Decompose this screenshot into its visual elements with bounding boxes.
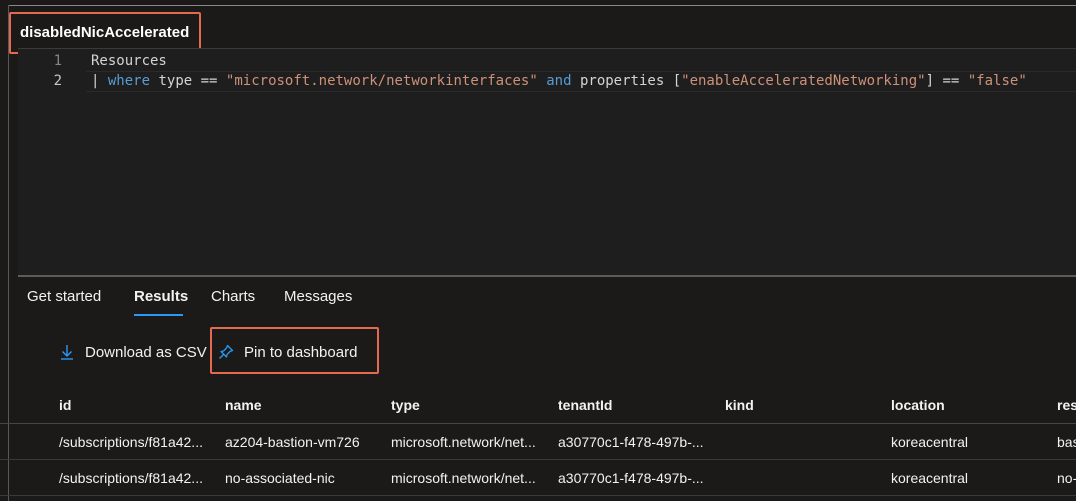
code-token: [ [672, 73, 682, 89]
code-token: == [942, 73, 960, 89]
code-token: properties [579, 73, 665, 89]
pin-to-dashboard-label: Pin to dashboard [244, 343, 358, 361]
column-header-id[interactable]: id [59, 387, 71, 423]
pin-to-dashboard-button[interactable]: Pin to dashboard [217, 339, 357, 365]
code-token: "microsoft.network/networkinterfaces" [225, 73, 538, 89]
cell-resourcegroup: bas [1057, 433, 1076, 450]
tab-results[interactable]: Results [134, 288, 188, 305]
column-header-name[interactable]: name [225, 387, 262, 423]
cell-name: az204-bastion-vm726 [225, 433, 360, 450]
cell-id: /subscriptions/f81a42... [59, 433, 203, 450]
code-token: "enableAcceleratedNetworking" [681, 73, 926, 89]
tab-get-started[interactable]: Get started [27, 288, 101, 305]
download-csv-label: Download as CSV [85, 343, 207, 361]
code-token: ] [925, 73, 935, 89]
active-tab-indicator [134, 314, 183, 316]
editor-line-1[interactable]: 1 Resources [18, 51, 1076, 72]
cell-location: koreacentral [891, 433, 969, 450]
line-number: 2 [53, 73, 62, 89]
pin-icon [217, 343, 235, 361]
tab-charts[interactable]: Charts [211, 288, 255, 305]
line-number: 1 [53, 53, 62, 69]
cell-location: koreacentral [891, 469, 969, 486]
query-tab-title[interactable]: disabledNicAccelerated [20, 24, 189, 41]
cell-type: microsoft.network/net... [391, 433, 536, 450]
table-row[interactable]: /subscriptions/f81a42... az204-bastion-v… [0, 424, 1076, 460]
results-table-header: id name type tenantId kind location res [0, 387, 1076, 424]
cell-type: microsoft.network/net... [391, 469, 536, 486]
code-token: | [91, 73, 100, 89]
cell-name: no-associated-nic [225, 469, 335, 486]
code-token: type [158, 73, 193, 89]
tab-messages[interactable]: Messages [284, 288, 352, 305]
column-header-location[interactable]: location [891, 387, 945, 423]
code-text: Resources [91, 53, 167, 69]
download-csv-button[interactable]: Download as CSV [58, 339, 207, 365]
cell-tenantid: a30770c1-f478-497b-... [558, 433, 704, 450]
cell-resourcegroup: no- [1057, 469, 1076, 486]
cell-id: /subscriptions/f81a42... [59, 469, 203, 486]
column-header-type[interactable]: type [391, 387, 420, 423]
table-row[interactable]: /subscriptions/f81a42... no-associated-n… [0, 460, 1076, 496]
code-token: == [200, 73, 218, 89]
top-divider [8, 5, 1076, 6]
column-header-tenantid[interactable]: tenantId [558, 387, 612, 423]
code-token: where [107, 73, 151, 89]
query-editor[interactable]: 1 Resources 2 | where type == "microsoft… [18, 48, 1076, 277]
cell-tenantid: a30770c1-f478-497b-... [558, 469, 704, 486]
editor-line-2[interactable]: 2 | where type == "microsoft.network/net… [18, 71, 1076, 92]
column-header-kind[interactable]: kind [725, 387, 754, 423]
download-icon [58, 343, 76, 361]
code-text: | where type == "microsoft.network/netwo… [91, 73, 1027, 89]
column-header-resourcegroup[interactable]: res [1057, 387, 1076, 423]
code-token: and [546, 73, 572, 89]
code-token: "false" [967, 73, 1027, 89]
